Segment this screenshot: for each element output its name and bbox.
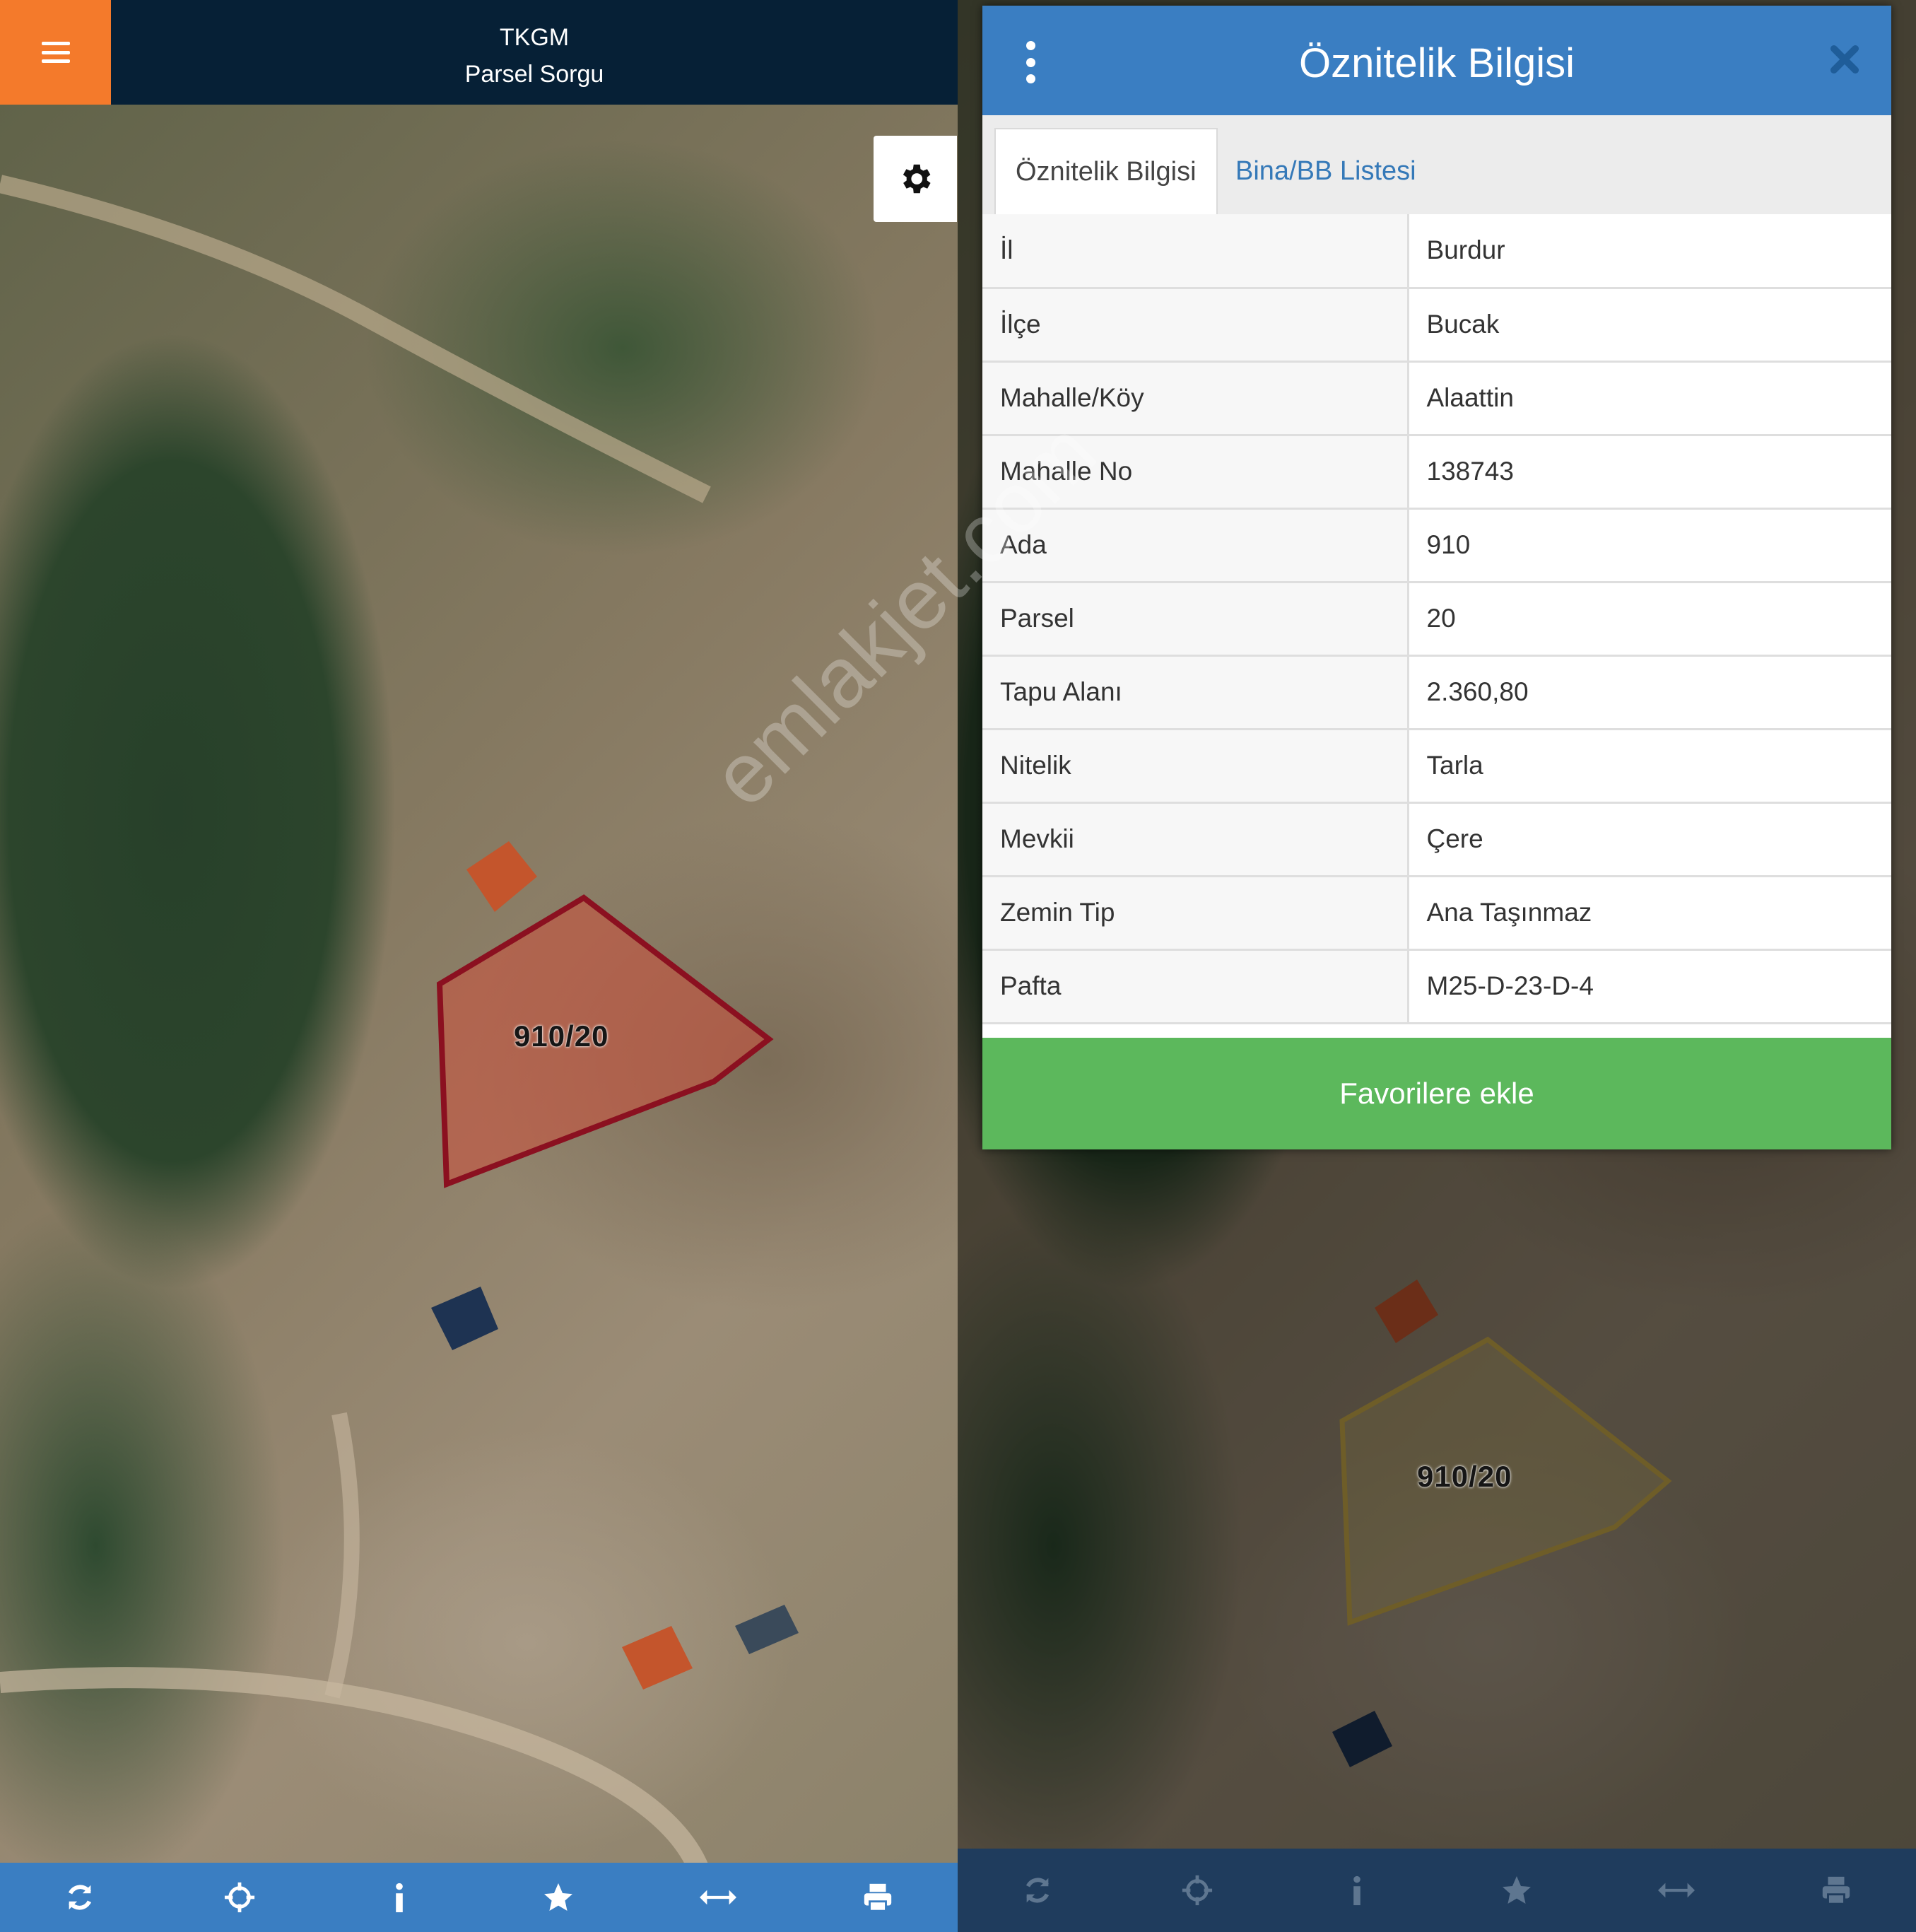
row-value: Bucak: [1408, 288, 1891, 363]
print-icon[interactable]: [857, 1876, 899, 1919]
bottom-toolbar-right: [958, 1849, 1916, 1932]
row-value: Ana Taşınmaz: [1408, 876, 1891, 951]
table-row: Zemin Tip Ana Taşınmaz: [982, 876, 1891, 951]
row-key: Mevkii: [982, 802, 1409, 877]
table-row: Nitelik Tarla: [982, 729, 1891, 804]
parcel-label-right: 910/20: [1417, 1460, 1512, 1493]
dialog-header: Öznitelik Bilgisi: [982, 6, 1891, 115]
info-icon[interactable]: [1336, 1869, 1378, 1911]
table-row: Ada 910: [982, 508, 1891, 583]
table-row: İlçe Bucak: [982, 288, 1891, 363]
table-row: Pafta M25-D-23-D-4: [982, 949, 1891, 1024]
table-row: Parsel 20: [982, 582, 1891, 657]
row-key: Zemin Tip: [982, 876, 1409, 951]
tab-building-list[interactable]: Bina/BB Listesi: [1216, 128, 1436, 214]
measure-icon[interactable]: [1655, 1869, 1698, 1911]
add-to-favorites-button[interactable]: Favorilere ekle: [982, 1038, 1891, 1149]
dialog-tabs: Öznitelik Bilgisi Bina/BB Listesi: [982, 115, 1891, 216]
app-subtitle: Parsel Sorgu: [464, 61, 604, 88]
row-key: Nitelik: [982, 729, 1409, 804]
tab-attribute-info[interactable]: Öznitelik Bilgisi: [994, 128, 1218, 214]
row-value: Alaattin: [1408, 361, 1891, 436]
table-row: Mahalle No 138743: [982, 435, 1891, 510]
menu-button[interactable]: [0, 0, 111, 105]
row-key: Pafta: [982, 949, 1409, 1024]
locate-icon[interactable]: [218, 1876, 261, 1919]
close-icon[interactable]: [1826, 41, 1863, 78]
table-row: Mahalle/Köy Alaattin: [982, 361, 1891, 436]
row-key: İl: [982, 214, 1409, 289]
info-icon[interactable]: [378, 1876, 421, 1919]
row-value: Burdur: [1408, 214, 1891, 289]
row-value: Çere: [1408, 802, 1891, 877]
row-value: 910: [1408, 508, 1891, 583]
table-row: Mevkii Çere: [982, 802, 1891, 877]
app-header: TKGM Parsel Sorgu: [111, 0, 958, 105]
map-overlay: [0, 175, 799, 1909]
locate-icon[interactable]: [1176, 1869, 1218, 1911]
satellite-map[interactable]: 910/20: [0, 0, 958, 1932]
row-value: 2.360,80: [1408, 655, 1891, 730]
star-icon[interactable]: [1495, 1869, 1538, 1911]
row-key: İlçe: [982, 288, 1409, 363]
refresh-icon[interactable]: [1016, 1869, 1059, 1911]
measure-icon[interactable]: [697, 1876, 739, 1919]
row-value: 138743: [1408, 435, 1891, 510]
star-icon[interactable]: [537, 1876, 580, 1919]
hamburger-icon: [41, 42, 70, 63]
print-icon[interactable]: [1815, 1869, 1857, 1911]
table-row: Tapu Alanı 2.360,80: [982, 655, 1891, 730]
parcel-label: 910/20: [514, 1019, 609, 1053]
map-view-right[interactable]: 910/20 Öznitelik Bilgisi Öznitelik Bilgi…: [958, 0, 1916, 1932]
settings-button[interactable]: [874, 136, 957, 222]
dialog-title: Öznitelik Bilgisi: [1299, 40, 1575, 86]
app-title: TKGM: [499, 24, 570, 51]
map-view-left[interactable]: 910/20 TKGM Parsel Sorgu: [0, 0, 958, 1932]
row-value: 20: [1408, 582, 1891, 657]
attribute-table: İl Burdur İlçe Bucak Mahalle/Köy Alaattin M…: [982, 214, 1891, 1024]
row-value: M25-D-23-D-4: [1408, 949, 1891, 1024]
bottom-toolbar: [0, 1863, 958, 1932]
attribute-dialog: Öznitelik Bilgisi Öznitelik Bilgisi Bina…: [982, 6, 1891, 1149]
gear-icon: [903, 164, 931, 194]
refresh-icon[interactable]: [59, 1876, 101, 1919]
row-key: Parsel: [982, 582, 1409, 657]
row-value: Tarla: [1408, 729, 1891, 804]
table-row: İl Burdur: [982, 214, 1891, 289]
row-key: Tapu Alanı: [982, 655, 1409, 730]
